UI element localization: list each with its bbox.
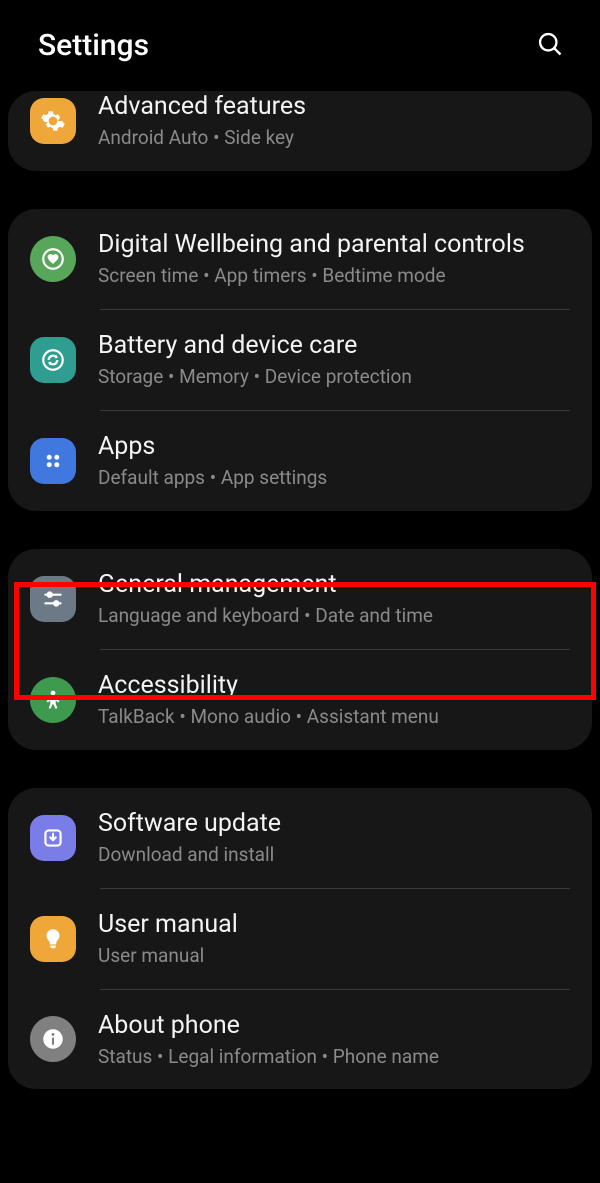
item-text: Accessibility TalkBack • Mono audio • Ass…	[98, 670, 570, 730]
item-title: Advanced features	[98, 91, 570, 122]
person-icon	[30, 677, 76, 723]
search-icon	[536, 30, 564, 58]
settings-item-general-management[interactable]: General management Language and keyboard …	[8, 549, 592, 649]
settings-item-about-phone[interactable]: About phone Status • Legal information • …	[8, 990, 592, 1090]
item-title: Software update	[98, 808, 570, 839]
item-text: Battery and device care Storage • Memory …	[98, 330, 570, 390]
refresh-ring-icon	[30, 337, 76, 383]
search-button[interactable]	[530, 24, 570, 67]
settings-group: Advanced features Android Auto • Side key	[8, 91, 592, 171]
item-text: User manual User manual	[98, 909, 570, 969]
settings-group: Digital Wellbeing and parental controls S…	[8, 209, 592, 511]
settings-item-software-update[interactable]: Software update Download and install	[8, 788, 592, 888]
item-subtitle: Language and keyboard • Date and time	[98, 604, 570, 629]
item-subtitle: TalkBack • Mono audio • Assistant menu	[98, 705, 570, 730]
item-text: Apps Default apps • App settings	[98, 431, 570, 491]
item-text: General management Language and keyboard …	[98, 569, 570, 629]
settings-item-advanced-features[interactable]: Advanced features Android Auto • Side key	[8, 91, 592, 171]
item-title: User manual	[98, 909, 570, 940]
item-text: About phone Status • Legal information • …	[98, 1010, 570, 1070]
gear-plus-icon	[30, 98, 76, 144]
item-title: Digital Wellbeing and parental controls	[98, 229, 570, 260]
settings-item-apps[interactable]: Apps Default apps • App settings	[8, 411, 592, 511]
settings-item-digital-wellbeing[interactable]: Digital Wellbeing and parental controls S…	[8, 209, 592, 309]
item-subtitle: Android Auto • Side key	[98, 126, 570, 151]
heart-ring-icon	[30, 236, 76, 282]
download-arrow-icon	[30, 815, 76, 861]
sliders-icon	[30, 576, 76, 622]
settings-item-battery-care[interactable]: Battery and device care Storage • Memory …	[8, 310, 592, 410]
settings-item-accessibility[interactable]: Accessibility TalkBack • Mono audio • Ass…	[8, 650, 592, 750]
settings-item-user-manual[interactable]: User manual User manual	[8, 889, 592, 989]
item-text: Digital Wellbeing and parental controls S…	[98, 229, 570, 289]
bulb-icon	[30, 916, 76, 962]
item-subtitle: Status • Legal information • Phone name	[98, 1045, 570, 1070]
item-text: Advanced features Android Auto • Side key	[98, 91, 570, 151]
info-icon	[30, 1016, 76, 1062]
item-title: General management	[98, 569, 570, 600]
item-title: Apps	[98, 431, 570, 462]
settings-group: General management Language and keyboard …	[8, 549, 592, 750]
item-subtitle: Default apps • App settings	[98, 466, 570, 491]
four-dots-icon	[30, 438, 76, 484]
settings-group: Software update Download and install User …	[8, 788, 592, 1090]
item-title: Battery and device care	[98, 330, 570, 361]
page-title: Settings	[38, 28, 149, 63]
item-subtitle: Screen time • App timers • Bedtime mode	[98, 264, 570, 289]
item-subtitle: Download and install	[98, 843, 570, 868]
header: Settings	[0, 0, 600, 91]
item-title: Accessibility	[98, 670, 570, 701]
item-subtitle: Storage • Memory • Device protection	[98, 365, 570, 390]
item-title: About phone	[98, 1010, 570, 1041]
settings-list: Advanced features Android Auto • Side key…	[0, 91, 600, 1089]
item-subtitle: User manual	[98, 944, 570, 969]
item-text: Software update Download and install	[98, 808, 570, 868]
